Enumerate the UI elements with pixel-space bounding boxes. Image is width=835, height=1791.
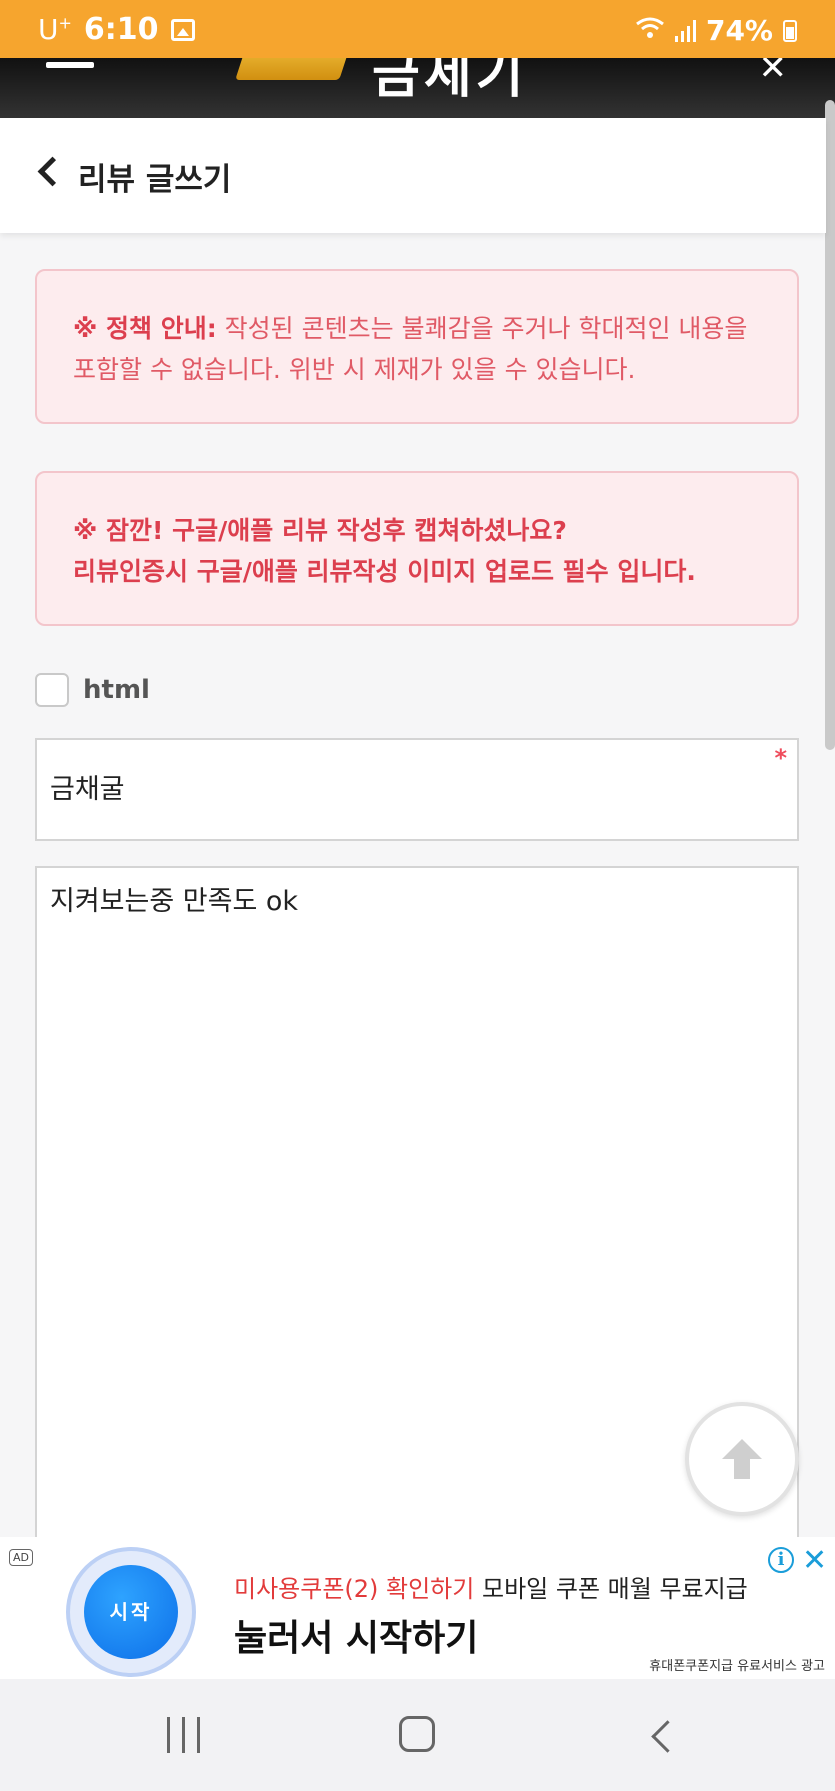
battery-icon <box>783 19 797 42</box>
wifi-icon <box>635 16 665 46</box>
policy-notice: ※ 정책 안내: 작성된 콘텐츠는 불쾌감을 주거나 학대적인 내용을 포함할 … <box>35 269 799 424</box>
image-notification-icon <box>170 18 195 41</box>
status-bar: U+ 6:10 74% <box>0 0 835 58</box>
ad-badge: AD <box>9 1549 33 1566</box>
page-header: 리뷰 글쓰기 <box>0 118 826 233</box>
ad-coupon-link[interactable]: 미사용쿠폰(2) 확인하기 <box>234 1575 474 1603</box>
subject-input[interactable]: 금채굴 * <box>35 738 799 841</box>
nav-back-icon[interactable] <box>646 1719 676 1749</box>
ad-disclaimer: 휴대폰쿠폰지급 유료서비스 광고 <box>649 1659 825 1674</box>
close-icon[interactable]: ✕ <box>759 58 788 88</box>
scrollbar[interactable] <box>825 100 835 750</box>
brand-logo[interactable]: 금세기 <box>372 58 528 107</box>
site-header: 금세기 ✕ <box>0 58 835 118</box>
battery-percent: 74% <box>705 14 773 47</box>
info-icon[interactable]: i <box>768 1547 794 1573</box>
ad-close-icon[interactable]: ✕ <box>802 1543 827 1578</box>
back-icon[interactable] <box>36 156 62 186</box>
menu-icon[interactable] <box>46 62 94 68</box>
content-textarea[interactable]: 지켜보는중 만족도 ok <box>35 866 799 1546</box>
html-option[interactable]: html <box>35 673 150 707</box>
ad-cta-text[interactable]: 눌러서 시작하기 <box>234 1609 478 1661</box>
html-checkbox-label[interactable]: html <box>83 675 150 705</box>
status-right: 74% <box>635 14 797 47</box>
status-time: 6:10 <box>83 12 159 47</box>
ad-headline[interactable]: 미사용쿠폰(2) 확인하기 모바일 쿠폰 매월 무료지급 <box>234 1569 748 1604</box>
ad-start-ring[interactable]: 시작 <box>66 1547 196 1677</box>
arrow-up-icon <box>722 1439 762 1479</box>
html-checkbox[interactable] <box>35 673 69 707</box>
review-notice: ※ 잠깐! 구글/애플 리뷰 작성후 캡쳐하셨나요? 리뷰인증시 구글/애플 리… <box>35 471 799 626</box>
content-value: 지켜보는중 만족도 ok <box>50 886 299 917</box>
nav-home-icon[interactable] <box>399 1716 435 1752</box>
review-notice-line1: ※ 잠깐! 구글/애플 리뷰 작성후 캡쳐하셨나요? <box>73 516 567 545</box>
system-nav-bar <box>0 1679 835 1791</box>
review-notice-line2: 리뷰인증시 구글/애플 리뷰작성 이미지 업로드 필수 입니다. <box>73 557 696 586</box>
policy-notice-label: ※ 정책 안내: <box>73 314 217 343</box>
required-asterisk-icon: * <box>774 744 787 772</box>
ad-headline-text: 모바일 쿠폰 매월 무료지급 <box>482 1575 748 1603</box>
subject-value: 금채굴 <box>50 774 125 805</box>
status-left: U+ 6:10 <box>38 12 195 47</box>
ad-start-button[interactable]: 시작 <box>84 1565 178 1659</box>
signal-icon <box>674 19 696 42</box>
ad-banner[interactable]: AD 시작 미사용쿠폰(2) 확인하기 모바일 쿠폰 매월 무료지급 눌러서 시… <box>0 1537 835 1679</box>
page-title: 리뷰 글쓰기 <box>78 162 232 198</box>
nav-recent-icon[interactable] <box>167 1717 200 1753</box>
scroll-top-button[interactable] <box>685 1402 799 1516</box>
carrier-label: U+ <box>38 13 72 46</box>
gold-bar-logo-icon <box>235 58 353 80</box>
